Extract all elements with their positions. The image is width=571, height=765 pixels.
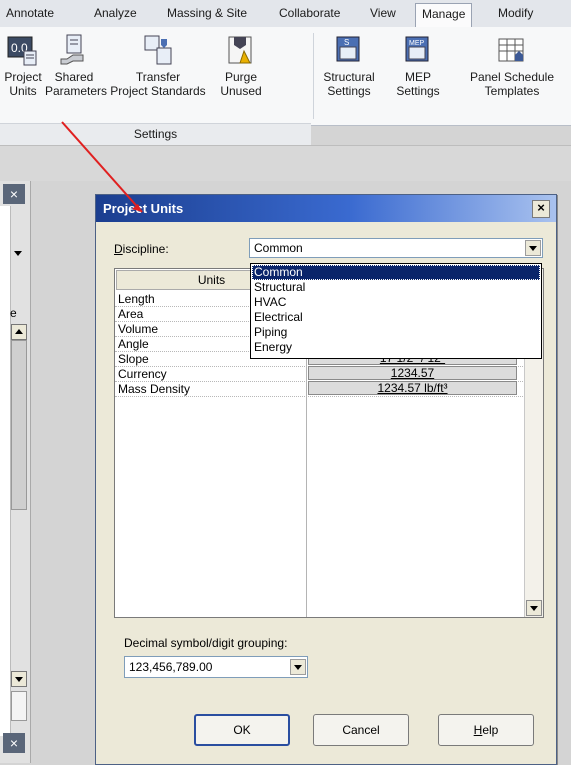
annotation-arrow — [61, 121, 143, 213]
